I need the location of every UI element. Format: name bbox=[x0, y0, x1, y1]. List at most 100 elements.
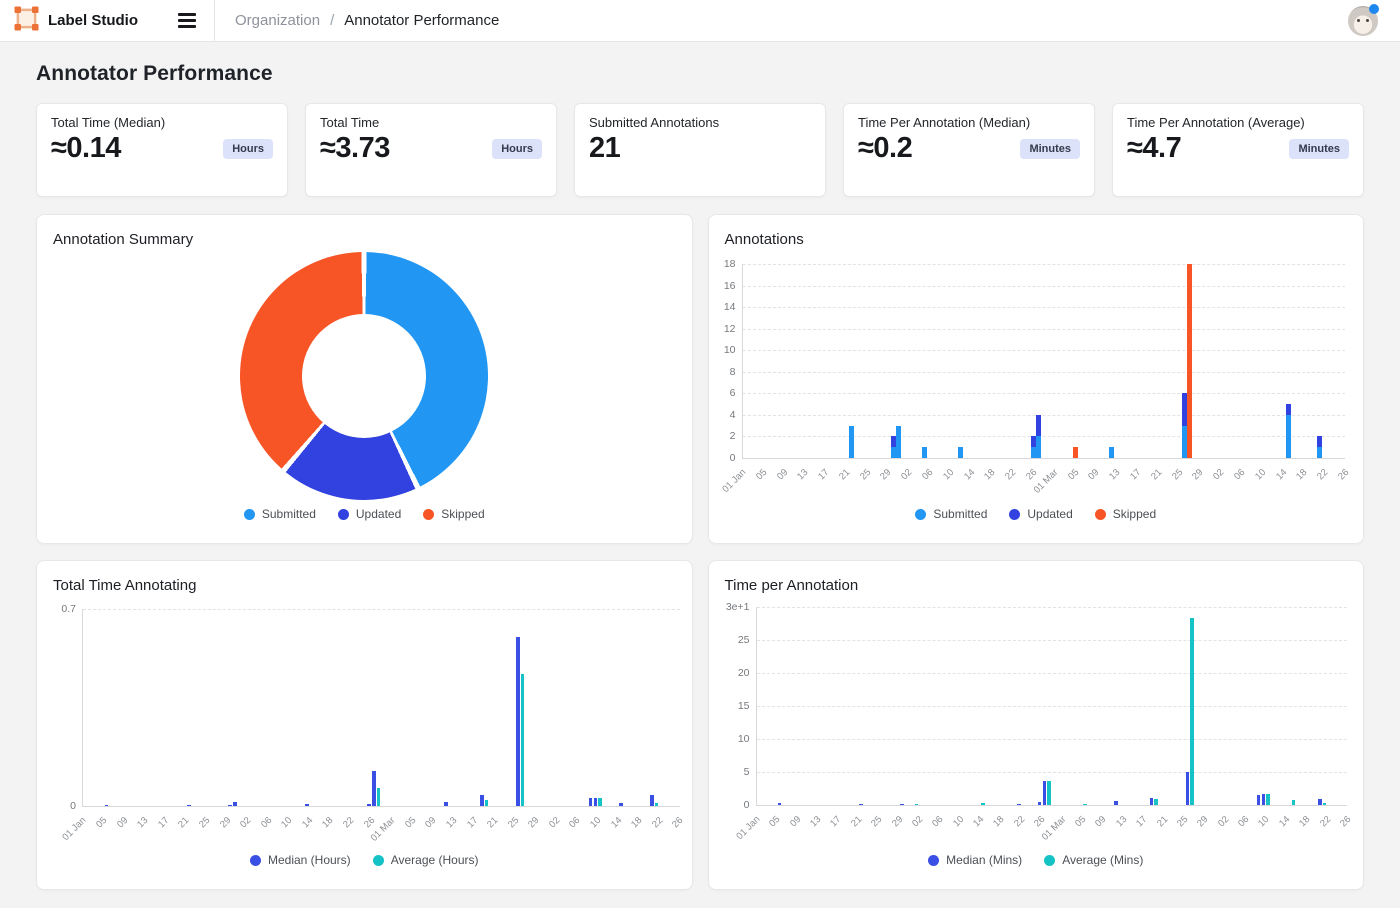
bar bbox=[1286, 415, 1291, 458]
total-time-annotating-panel: Total Time Annotating 0.7001 Jan05091317… bbox=[36, 560, 693, 890]
legend-item[interactable]: Average (Hours) bbox=[373, 853, 479, 867]
bar bbox=[1286, 404, 1291, 415]
x-axis-tick-label: 29 bbox=[218, 815, 233, 830]
bar bbox=[1036, 436, 1041, 458]
x-axis-tick-label: 02 bbox=[1211, 467, 1226, 482]
stat-card-label: Time Per Annotation (Median) bbox=[858, 115, 1080, 130]
legend-item[interactable]: Median (Hours) bbox=[250, 853, 351, 867]
legend-dot bbox=[423, 509, 434, 520]
legend-label: Median (Mins) bbox=[946, 853, 1022, 867]
stat-card-value: 21 bbox=[589, 132, 620, 165]
y-axis-tick-label: 15 bbox=[738, 700, 750, 712]
bar bbox=[1317, 447, 1322, 458]
brand[interactable]: Label Studio bbox=[14, 6, 138, 36]
stat-card: Total Time≈3.73Hours bbox=[305, 103, 557, 197]
hamburger-menu-icon[interactable] bbox=[176, 9, 198, 32]
grid-line bbox=[743, 436, 1346, 437]
x-axis-tick-label: 21 bbox=[1155, 814, 1170, 829]
x-axis-tick-label: 17 bbox=[465, 815, 480, 830]
top-bar: Label Studio Organization / Annotator Pe… bbox=[0, 0, 1400, 42]
total-time-bar-chart: 0.7001 Jan050913172125290206101418222601… bbox=[82, 609, 680, 807]
x-axis-tick-label: 22 bbox=[650, 815, 665, 830]
x-axis-tick-label: 21 bbox=[849, 814, 864, 829]
breadcrumb-organization[interactable]: Organization bbox=[235, 12, 320, 29]
x-axis-tick-label: 13 bbox=[808, 814, 823, 829]
x-axis-tick-label: 29 bbox=[890, 814, 905, 829]
bar bbox=[105, 805, 109, 806]
x-axis-tick-label: 17 bbox=[156, 815, 171, 830]
legend-label: Updated bbox=[356, 507, 401, 521]
legend-label: Average (Mins) bbox=[1062, 853, 1143, 867]
x-axis-tick-label: 10 bbox=[279, 815, 294, 830]
bar bbox=[1073, 447, 1078, 458]
legend-item[interactable]: Median (Mins) bbox=[928, 853, 1022, 867]
bar bbox=[1292, 800, 1296, 805]
annotations-bar-chart: 18161412108642001 Jan0509131721252902061… bbox=[742, 264, 1346, 459]
legend-item[interactable]: Skipped bbox=[1095, 507, 1156, 521]
bar bbox=[1047, 781, 1051, 805]
annotations-legend: Submitted Updated Skipped bbox=[709, 507, 1364, 521]
x-axis-tick-label: 10 bbox=[941, 467, 956, 482]
x-axis-tick-label: 09 bbox=[1093, 814, 1108, 829]
bar bbox=[896, 426, 901, 458]
breadcrumb-separator: / bbox=[330, 12, 334, 29]
legend-dot bbox=[1095, 509, 1106, 520]
legend-item[interactable]: Skipped bbox=[423, 507, 484, 521]
y-axis-tick-label: 16 bbox=[724, 280, 736, 292]
legend-item[interactable]: Updated bbox=[1009, 507, 1072, 521]
x-axis-tick-label: 05 bbox=[754, 467, 769, 482]
x-axis-tick-label: 25 bbox=[506, 815, 521, 830]
legend-item[interactable]: Updated bbox=[338, 507, 401, 521]
panel-title: Annotations bbox=[725, 231, 804, 248]
x-axis-tick-label: 05 bbox=[1066, 467, 1081, 482]
y-axis-tick-label: 20 bbox=[738, 667, 750, 679]
x-axis-tick-label: 06 bbox=[568, 815, 583, 830]
x-axis-tick-label: 14 bbox=[300, 815, 315, 830]
stat-card: Total Time (Median)≈0.14Hours bbox=[36, 103, 288, 197]
legend-item[interactable]: Submitted bbox=[244, 507, 316, 521]
bar bbox=[778, 803, 782, 805]
annotations-panel: Annotations 18161412108642001 Jan0509131… bbox=[708, 214, 1365, 544]
bar bbox=[594, 798, 598, 806]
x-axis-tick-label: 26 bbox=[1336, 467, 1351, 482]
unit-badge: Minutes bbox=[1289, 139, 1349, 159]
x-axis-tick-label: 22 bbox=[1003, 467, 1018, 482]
x-axis-tick-label: 14 bbox=[1274, 467, 1289, 482]
legend-item[interactable]: Submitted bbox=[915, 507, 987, 521]
time-per-annotation-panel: Time per Annotation 3e+1252015105001 Jan… bbox=[708, 560, 1365, 890]
bar bbox=[1187, 264, 1192, 458]
breadcrumb: Organization / Annotator Performance bbox=[215, 0, 1348, 41]
unit-badge: Minutes bbox=[1020, 139, 1080, 159]
x-axis-tick-label: 18 bbox=[992, 814, 1007, 829]
x-axis-tick-label: 05 bbox=[767, 814, 782, 829]
bar bbox=[1318, 799, 1322, 805]
legend-item[interactable]: Average (Mins) bbox=[1044, 853, 1143, 867]
grid-line bbox=[757, 640, 1348, 641]
bar bbox=[187, 805, 191, 806]
x-axis-tick-label: 29 bbox=[526, 815, 541, 830]
bar bbox=[372, 771, 376, 806]
y-axis-tick-label: 14 bbox=[724, 301, 736, 313]
bar bbox=[1017, 804, 1021, 805]
legend-dot bbox=[244, 509, 255, 520]
bar bbox=[1257, 795, 1261, 805]
panel-title: Total Time Annotating bbox=[53, 577, 196, 594]
x-axis-tick-label: 13 bbox=[135, 815, 150, 830]
time-per-annotation-bar-chart: 3e+1252015105001 Jan05091317212529020610… bbox=[756, 607, 1348, 806]
x-axis-tick-label: 10 bbox=[951, 814, 966, 829]
grid-line bbox=[743, 307, 1346, 308]
donut-legend: Submitted Updated Skipped bbox=[37, 507, 692, 521]
user-avatar[interactable] bbox=[1348, 6, 1378, 36]
x-axis-tick-label: 01 Jan bbox=[734, 814, 762, 842]
grid-line bbox=[743, 264, 1346, 265]
grid-line bbox=[743, 350, 1346, 351]
grid-line bbox=[83, 609, 680, 610]
x-axis-tick-label: 09 bbox=[775, 467, 790, 482]
legend-dot bbox=[250, 855, 261, 866]
bar bbox=[915, 804, 919, 805]
legend-dot bbox=[1044, 855, 1055, 866]
y-axis-tick-label: 8 bbox=[730, 366, 736, 378]
annotation-summary-donut-chart bbox=[240, 252, 488, 500]
bar bbox=[1323, 803, 1327, 805]
legend-label: Median (Hours) bbox=[268, 853, 351, 867]
